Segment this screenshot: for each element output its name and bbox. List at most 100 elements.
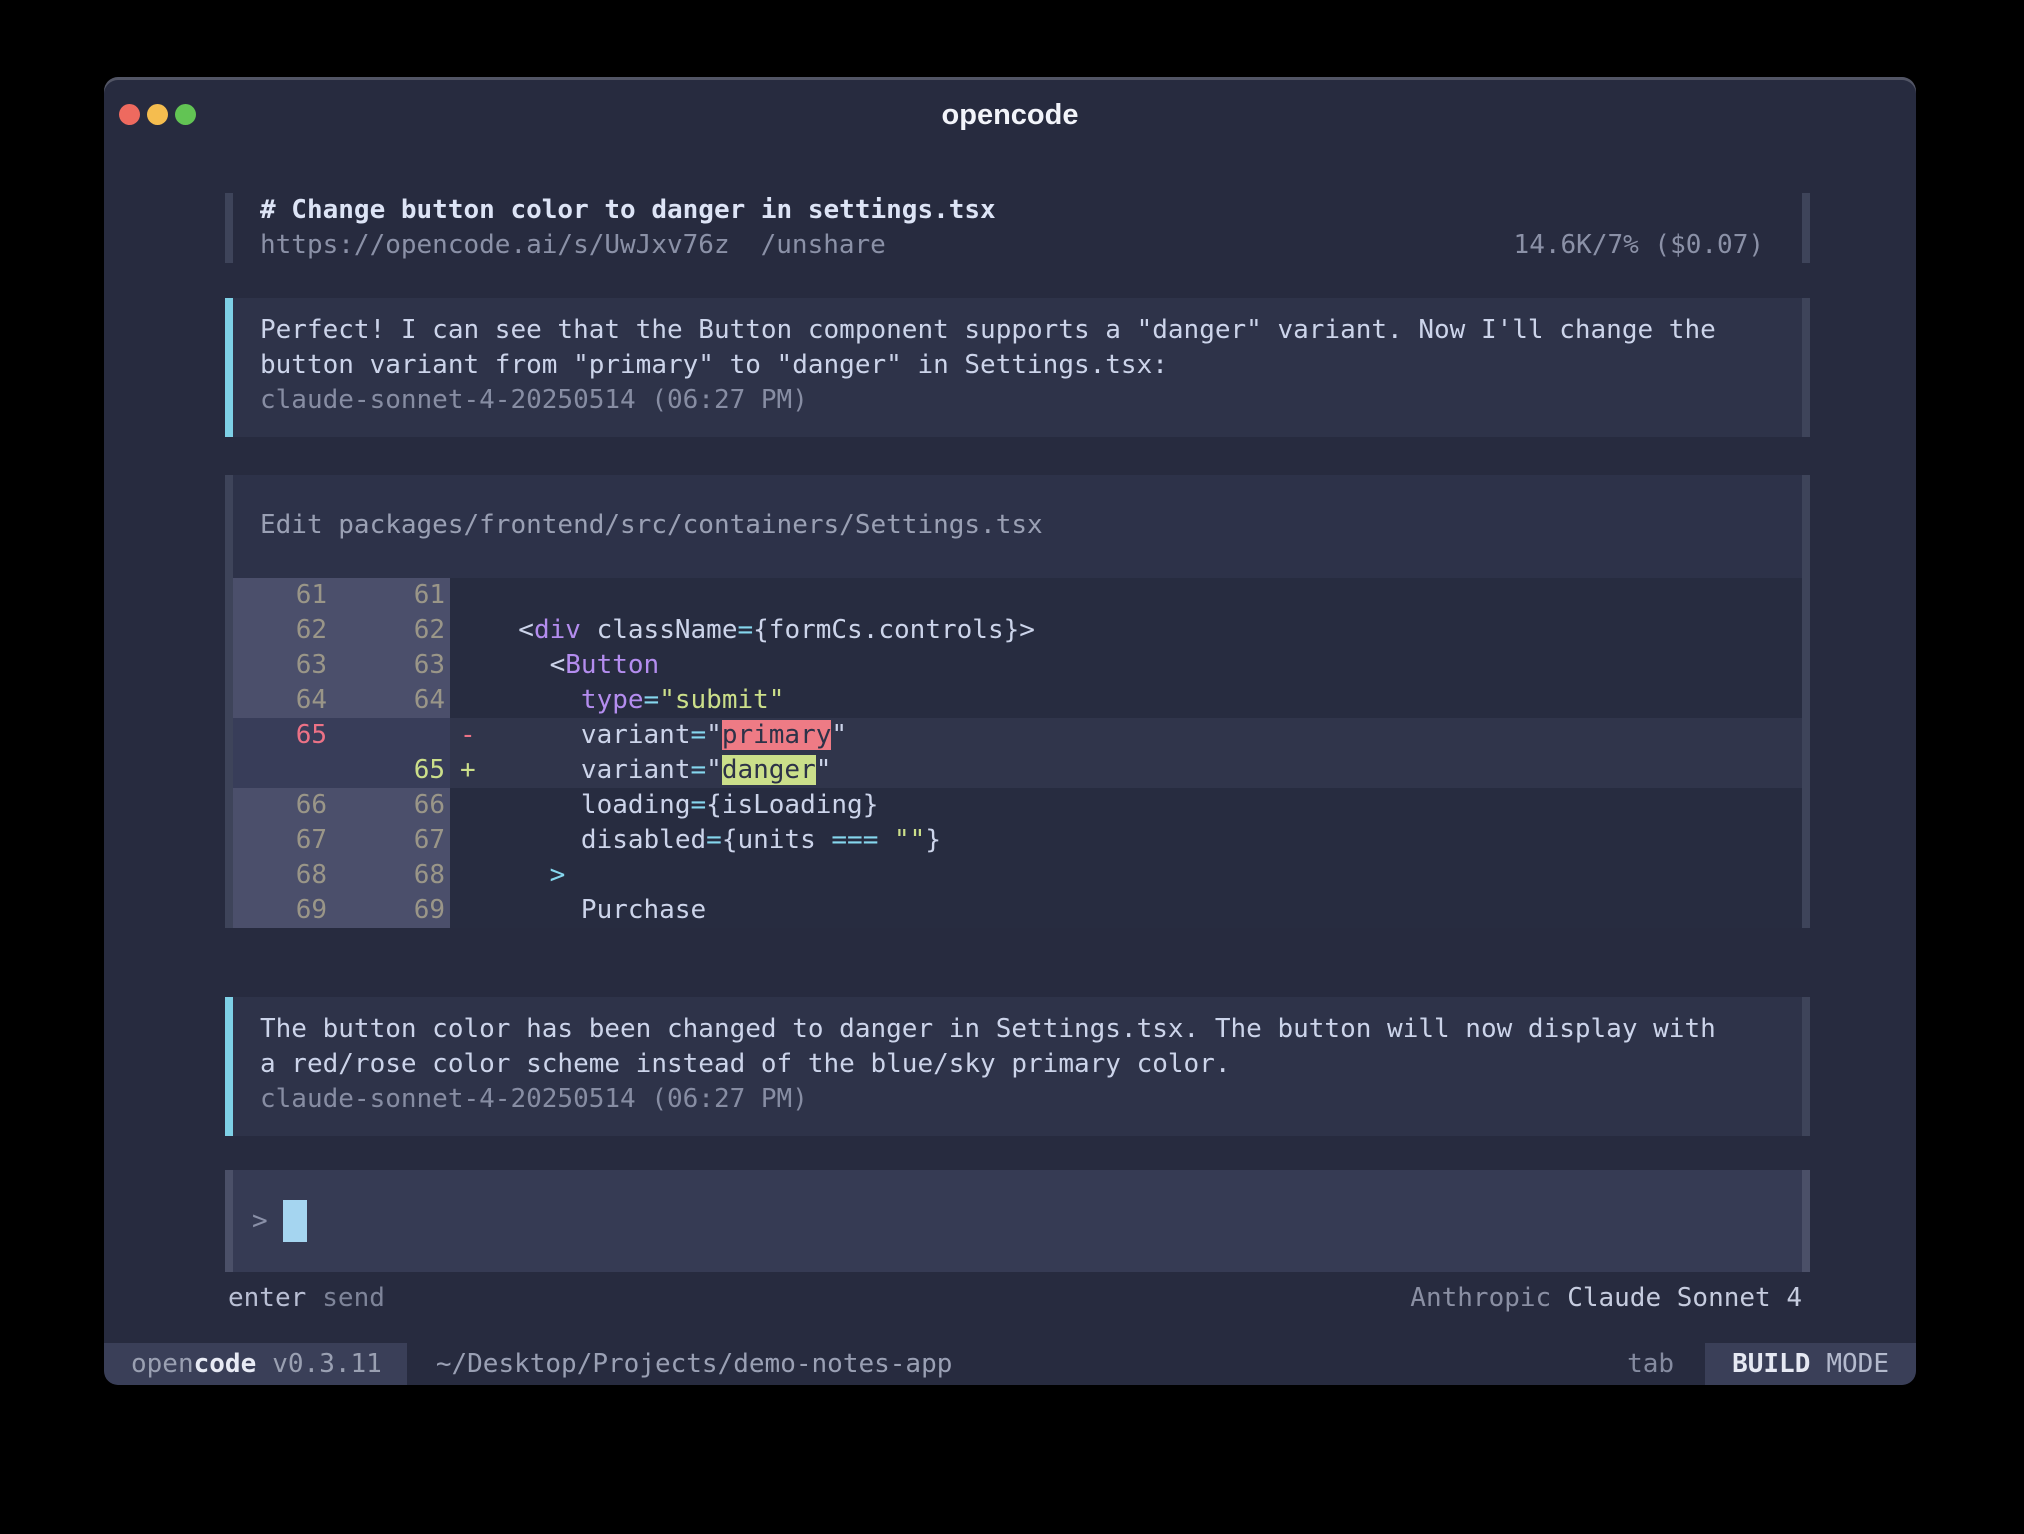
old-line-number: 68 bbox=[233, 858, 333, 893]
window-title: opencode bbox=[104, 99, 1916, 132]
diff-code-line: variant="danger" bbox=[487, 753, 1802, 788]
spacer bbox=[385, 1280, 1410, 1316]
diff-marker bbox=[450, 858, 487, 893]
code-token: = bbox=[691, 790, 707, 820]
diff-marker bbox=[450, 578, 487, 613]
code-token: " bbox=[816, 755, 832, 785]
code-token: {formCs.controls}> bbox=[753, 615, 1035, 645]
diff-row: 6464 type="submit" bbox=[233, 683, 1802, 718]
message-text-line: The button color has been changed to dan… bbox=[260, 1012, 1764, 1047]
mode-suffix: MODE bbox=[1826, 1349, 1889, 1379]
diff-code-line: loading={isLoading} bbox=[487, 788, 1802, 823]
code-token: type bbox=[581, 685, 644, 715]
send-action-label: send bbox=[322, 1280, 385, 1316]
code-token: = bbox=[737, 615, 753, 645]
code-token: "" bbox=[894, 825, 925, 855]
new-line-number: 61 bbox=[333, 578, 450, 613]
code-token: {units bbox=[722, 825, 832, 855]
provider-label: Anthropic bbox=[1410, 1280, 1551, 1316]
diff-marker bbox=[450, 683, 487, 718]
old-line-number: 61 bbox=[233, 578, 333, 613]
diff-code-line: <div className={formCs.controls}> bbox=[487, 613, 1802, 648]
diff-row: 65- variant="primary" bbox=[233, 718, 1802, 753]
diff-code-line: <Button bbox=[487, 648, 1802, 683]
session-header: # Change button color to danger in setti… bbox=[225, 193, 1810, 263]
code-token: loading bbox=[487, 790, 691, 820]
new-line-number: 67 bbox=[333, 823, 450, 858]
old-line-number: 66 bbox=[233, 788, 333, 823]
code-token: " bbox=[706, 720, 722, 750]
diff-marker bbox=[450, 788, 487, 823]
code-token: div bbox=[534, 615, 581, 645]
diff-marker: + bbox=[450, 753, 487, 788]
diff-row: 65+ variant="danger" bbox=[233, 753, 1802, 788]
old-line-number: 62 bbox=[233, 613, 333, 648]
code-token: variant bbox=[487, 720, 691, 750]
model-label: Claude Sonnet 4 bbox=[1567, 1280, 1802, 1316]
code-token: = bbox=[706, 825, 722, 855]
old-line-number: 65 bbox=[233, 718, 333, 753]
diff-row: 6767 disabled={units === ""} bbox=[233, 823, 1802, 858]
code-token: "submit" bbox=[659, 685, 784, 715]
diff-row: 6969 Purchase bbox=[233, 893, 1802, 928]
mode-segment[interactable]: BUILD MODE bbox=[1705, 1343, 1916, 1385]
enter-keybind-label: enter bbox=[228, 1280, 306, 1316]
code-token: " bbox=[831, 720, 847, 750]
app-version-segment: opencodev0.3.11 bbox=[104, 1343, 407, 1385]
code-token: === bbox=[831, 825, 878, 855]
diff-code-line bbox=[487, 578, 1802, 613]
code-token: } bbox=[925, 825, 941, 855]
diff-marker bbox=[450, 893, 487, 928]
code-token: = bbox=[691, 720, 707, 750]
code-token: > bbox=[550, 860, 566, 890]
share-url-link[interactable]: https://opencode.ai/s/UwJxv76z bbox=[260, 228, 730, 263]
code-token: primary bbox=[722, 720, 832, 750]
old-line-number: 67 bbox=[233, 823, 333, 858]
assistant-message-1: Perfect! I can see that the Button compo… bbox=[225, 298, 1810, 437]
prompt-input[interactable]: > bbox=[225, 1170, 1810, 1272]
diff-row: 6161 bbox=[233, 578, 1802, 613]
code-token bbox=[487, 860, 550, 890]
code-token: Button bbox=[565, 650, 659, 680]
diff-code-line: > bbox=[487, 858, 1802, 893]
tab-keybind-label[interactable]: tab bbox=[1627, 1343, 1674, 1385]
mode-name: BUILD bbox=[1732, 1349, 1810, 1379]
new-line-number: 69 bbox=[333, 893, 450, 928]
assistant-message-2: The button color has been changed to dan… bbox=[225, 997, 1810, 1136]
diff-code-line: type="submit" bbox=[487, 683, 1802, 718]
new-line-number: 66 bbox=[333, 788, 450, 823]
prompt-symbol: > bbox=[252, 1206, 268, 1236]
diff-marker: - bbox=[450, 718, 487, 753]
diff-code-line: Purchase bbox=[487, 893, 1802, 928]
diff-marker bbox=[450, 613, 487, 648]
opencode-window: opencode # Change button color to danger… bbox=[104, 77, 1916, 1385]
diff-row: 6868 > bbox=[233, 858, 1802, 893]
app-name-regular: open bbox=[131, 1349, 194, 1379]
new-line-number bbox=[333, 718, 450, 753]
new-line-number: 64 bbox=[333, 683, 450, 718]
spacer bbox=[952, 1343, 1627, 1385]
session-title: # Change button color to danger in setti… bbox=[233, 193, 1802, 228]
session-subtitle-row: https://opencode.ai/s/UwJxv76z /unshare … bbox=[233, 228, 1802, 263]
old-line-number: 69 bbox=[233, 893, 333, 928]
hints-row: enter send Anthropic Claude Sonnet 4 bbox=[225, 1280, 1810, 1316]
code-token: " bbox=[706, 755, 722, 785]
app-name-bold: code bbox=[194, 1349, 257, 1379]
unshare-command[interactable]: /unshare bbox=[761, 228, 886, 263]
code-token: variant bbox=[487, 755, 691, 785]
code-token: Purchase bbox=[487, 895, 706, 925]
new-line-number: 65 bbox=[333, 753, 450, 788]
code-token: < bbox=[487, 615, 534, 645]
code-token bbox=[487, 685, 581, 715]
text-cursor bbox=[283, 1200, 307, 1242]
message-text-line: a red/rose color scheme instead of the b… bbox=[260, 1047, 1764, 1082]
diff-marker bbox=[450, 823, 487, 858]
new-line-number: 62 bbox=[333, 613, 450, 648]
working-directory: ~/Desktop/Projects/demo-notes-app bbox=[436, 1343, 953, 1385]
code-token: disabled bbox=[487, 825, 706, 855]
diff-marker bbox=[450, 648, 487, 683]
old-line-number: 64 bbox=[233, 683, 333, 718]
code-token: className bbox=[581, 615, 738, 645]
diff-row: 6666 loading={isLoading} bbox=[233, 788, 1802, 823]
new-line-number: 68 bbox=[333, 858, 450, 893]
